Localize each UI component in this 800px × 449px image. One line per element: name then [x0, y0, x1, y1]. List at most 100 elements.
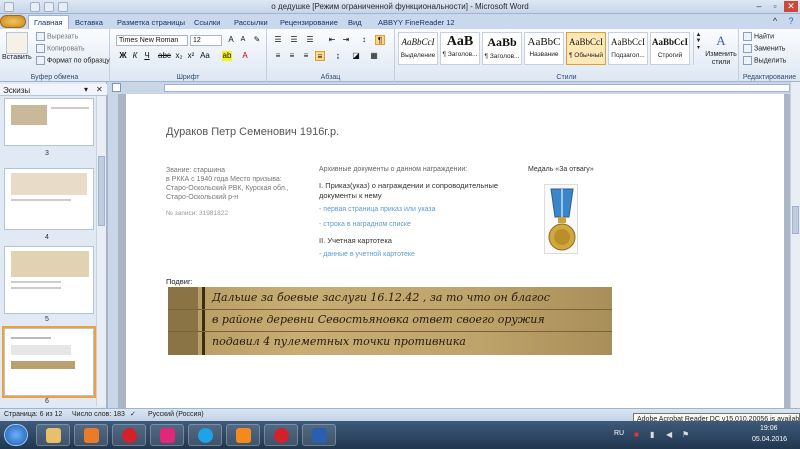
page-thumbnail-3[interactable]	[4, 98, 94, 146]
medal-image	[544, 184, 578, 254]
font-size-combo[interactable]: 12	[190, 35, 222, 46]
taskbar-opera-2[interactable]	[264, 424, 298, 446]
pane-dropdown-icon[interactable]: ▾	[84, 85, 88, 94]
page-thumbnail-4[interactable]	[4, 168, 94, 230]
status-language[interactable]: Русский (Россия)	[148, 411, 204, 418]
page-thumbnail-6[interactable]	[2, 326, 96, 398]
record-number: № записи: 31981822	[166, 210, 228, 217]
justify-icon[interactable]: ≡	[315, 51, 325, 61]
bold-button[interactable]: Ж	[118, 51, 128, 61]
scan-row-line	[168, 331, 612, 332]
maximize-button[interactable]: ▫	[768, 1, 782, 12]
change-styles-button[interactable]: Изменить стили	[702, 51, 740, 67]
pane-close-icon[interactable]: ✕	[96, 85, 103, 94]
taskbar-skype[interactable]	[188, 424, 222, 446]
paste-icon[interactable]	[6, 32, 28, 54]
font-name-combo[interactable]: Times New Roman	[116, 35, 188, 46]
tray-volume-icon[interactable]: ◀	[666, 430, 672, 439]
taskbar-ok[interactable]	[226, 424, 260, 446]
taskbar-explorer[interactable]	[36, 424, 70, 446]
style-heading-1[interactable]: AaB ¶ Заголов...	[440, 32, 480, 65]
tab-abbyy[interactable]: ABBYY FineReader 12	[378, 16, 455, 29]
clock-time[interactable]: 19:06	[760, 425, 778, 432]
tray-network-icon[interactable]: ▮	[650, 430, 654, 439]
shading-icon[interactable]: ◪	[351, 51, 361, 61]
decrease-indent-icon[interactable]: ⇤	[327, 35, 337, 45]
change-case-button[interactable]: Aa	[200, 51, 210, 61]
italic-button[interactable]: К	[130, 51, 140, 61]
superscript-button[interactable]: x²	[186, 51, 196, 61]
start-button[interactable]	[4, 424, 28, 446]
align-center-icon[interactable]: ≡	[287, 51, 297, 61]
taskbar-word[interactable]	[302, 424, 336, 446]
file-menu-button[interactable]	[0, 15, 26, 28]
increase-indent-icon[interactable]: ⇥	[341, 35, 351, 45]
taskbar-opera[interactable]	[112, 424, 146, 446]
align-right-icon[interactable]: ≡	[301, 51, 311, 61]
tray-acrobat-icon[interactable]: ■	[634, 430, 639, 439]
select-button[interactable]: Выделить	[743, 56, 786, 65]
minimize-button[interactable]: –	[752, 1, 766, 12]
find-button[interactable]: Найти	[743, 32, 774, 41]
font-group: Times New Roman 12 A A ✎ Ж К Ч abc x₂ x²…	[110, 29, 267, 82]
align-left-icon[interactable]: ≡	[273, 51, 283, 61]
tab-page-layout[interactable]: Разметка страницы	[117, 16, 185, 29]
tab-insert[interactable]: Вставка	[75, 16, 103, 29]
paste-button[interactable]: Вставить	[2, 54, 32, 61]
format-painter-button[interactable]: Формат по образцу	[36, 56, 110, 65]
thumbnail-scrollbar[interactable]	[96, 96, 106, 406]
tab-mailings[interactable]: Рассылки	[234, 16, 268, 29]
page-thumbnail-5[interactable]	[4, 246, 94, 314]
font-color-icon[interactable]: A	[240, 51, 250, 61]
taskbar-media[interactable]	[74, 424, 108, 446]
cut-button[interactable]: Вырезать	[36, 32, 78, 41]
link-card-file[interactable]: - данные в учетной картотеке	[319, 251, 415, 258]
line-spacing-icon[interactable]: ↨	[333, 51, 343, 61]
grow-font-icon[interactable]: A	[226, 35, 236, 45]
status-words[interactable]: Число слов: 183	[72, 411, 125, 418]
minimize-ribbon-icon[interactable]: ^	[768, 16, 782, 27]
tab-review[interactable]: Рецензирование	[280, 16, 338, 29]
document-scroll-thumb[interactable]	[792, 206, 799, 234]
replace-button[interactable]: Заменить	[743, 44, 785, 53]
numbering-icon[interactable]: ☰	[289, 35, 299, 45]
taskbar-app-w[interactable]	[150, 424, 184, 446]
status-page[interactable]: Страница: 6 из 12	[4, 411, 62, 418]
input-language[interactable]: RU	[614, 430, 624, 437]
link-first-page[interactable]: - первая страница приказ или указа	[319, 206, 436, 213]
style-emphasis[interactable]: AaBbCcI Выделение	[398, 32, 438, 65]
help-icon[interactable]: ?	[784, 16, 798, 27]
underline-button[interactable]: Ч	[142, 51, 152, 61]
thumbnail-scroll-thumb[interactable]	[98, 156, 105, 226]
style-normal[interactable]: AaBbCcI ¶ Обычный	[566, 32, 606, 65]
show-marks-icon[interactable]: ¶	[375, 35, 385, 45]
vertical-ruler[interactable]	[108, 94, 118, 408]
copy-button[interactable]: Копировать	[36, 44, 85, 53]
tab-home[interactable]: Главная	[28, 15, 69, 29]
tab-references[interactable]: Ссылки	[194, 16, 220, 29]
bullets-icon[interactable]: ☰	[273, 35, 283, 45]
horizontal-ruler[interactable]	[0, 82, 800, 94]
link-award-list[interactable]: - строка в наградном списке	[319, 221, 411, 228]
highlight-icon[interactable]: ab	[222, 51, 232, 61]
tray-flag-icon[interactable]: ⚑	[682, 430, 689, 439]
style-heading-2[interactable]: AaBb ¶ Заголов...	[482, 32, 522, 65]
document-page[interactable]: Дураков Петр Семенович 1916г.р. Звание: …	[126, 94, 784, 408]
clear-format-icon[interactable]: ✎	[252, 35, 262, 45]
style-subtitle[interactable]: AaBbCcI Подзагол...	[608, 32, 648, 65]
style-title[interactable]: AaBbC Название	[524, 32, 564, 65]
style-strong[interactable]: AaBbCcI Строгий	[650, 32, 690, 65]
clock-date[interactable]: 05.04.2016	[752, 436, 787, 443]
document-scrollbar[interactable]	[790, 82, 800, 408]
sort-icon[interactable]: ↕	[359, 35, 369, 45]
tab-stop-selector[interactable]	[112, 83, 121, 92]
borders-icon[interactable]: ▦	[369, 51, 379, 61]
multilevel-list-icon[interactable]: ☰	[305, 35, 315, 45]
close-button[interactable]: ✕	[784, 1, 798, 12]
strikethrough-button[interactable]: abc	[158, 51, 171, 61]
proofing-icon[interactable]: ✓	[130, 410, 136, 418]
subscript-button[interactable]: x₂	[174, 51, 184, 61]
tab-view[interactable]: Вид	[348, 16, 362, 29]
shrink-font-icon[interactable]: A	[238, 35, 248, 45]
ribbon: Вставить Вырезать Копировать Формат по о…	[0, 29, 800, 82]
